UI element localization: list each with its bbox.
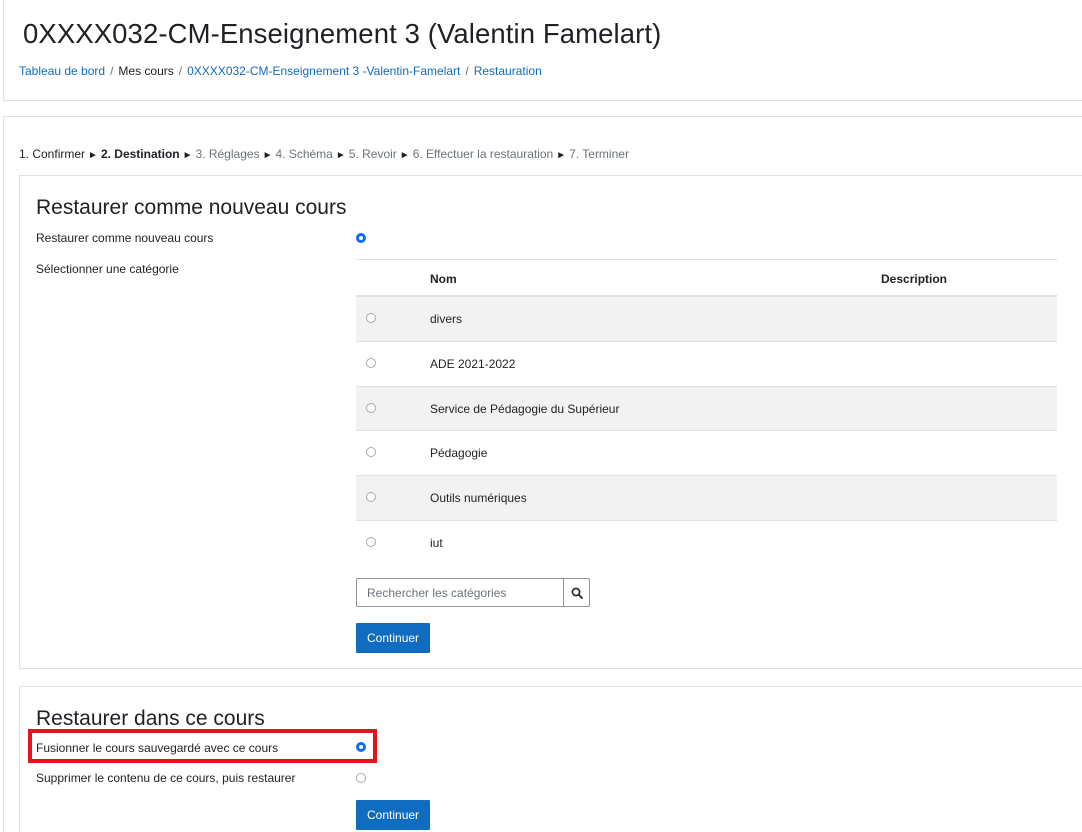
category-name: Service de Pédagogie du Supérieur <box>430 401 620 416</box>
category-radio[interactable] <box>366 357 376 368</box>
step-confirm: 1. Confirmer <box>19 147 86 161</box>
category-search-button[interactable] <box>563 578 590 607</box>
restore-this-course-section: Restaurer dans ce cours Fusionner le cou… <box>19 686 1082 832</box>
section-title-this-course: Restaurer dans ce cours <box>36 707 265 730</box>
step-settings: 3. Réglages <box>195 147 260 161</box>
restore-new-course-section: Restaurer comme nouveau cours Restaurer … <box>19 175 1082 669</box>
category-radio[interactable] <box>366 536 376 547</box>
breadcrumb-course[interactable]: 0XXXX032-CM-Enseignement 3 -Valentin-Fam… <box>187 64 460 78</box>
step-review: 5. Revoir <box>348 147 397 161</box>
breadcrumb-restore[interactable]: Restauration <box>474 64 542 78</box>
category-radio[interactable] <box>366 492 376 503</box>
page-title: 0XXXX032-CM-Enseignement 3 (Valentin Fam… <box>23 18 662 49</box>
restore-new-course-radio[interactable] <box>356 233 366 243</box>
category-table: Nom Description divers ADE 2021-2022 Ser… <box>356 259 1057 566</box>
category-name: ADE 2021-2022 <box>430 356 516 371</box>
table-row[interactable]: Service de Pédagogie du Supérieur <box>356 386 1057 432</box>
category-name: iut <box>430 535 443 550</box>
category-table-header: Nom Description <box>356 259 1057 297</box>
merge-course-label: Fusionner le cours sauvegardé avec ce co… <box>36 741 279 755</box>
category-radio[interactable] <box>366 402 376 413</box>
category-radio[interactable] <box>366 447 376 458</box>
category-name: Outils numériques <box>430 491 527 506</box>
category-search <box>356 578 590 607</box>
table-row[interactable]: Pédagogie <box>356 431 1057 477</box>
step-perform: 6. Effectuer la restauration <box>412 147 554 161</box>
merge-course-radio[interactable] <box>356 742 366 752</box>
breadcrumb-my-courses: Mes cours <box>118 64 174 78</box>
breadcrumb: Tableau de bord / Mes cours/0XXXX032-CM-En… <box>19 64 542 78</box>
column-name: Nom <box>430 272 457 286</box>
table-row[interactable]: ADE 2021-2022 <box>356 342 1057 387</box>
section-title-new-course: Restaurer comme nouveau cours <box>36 196 347 219</box>
step-destination: 2. Destination <box>100 147 180 161</box>
category-search-input[interactable] <box>356 578 563 607</box>
page-header <box>3 0 1082 101</box>
category-name: divers <box>430 312 463 326</box>
continue-this-course-button[interactable]: Continuer <box>356 800 431 830</box>
delete-then-restore-radio[interactable] <box>356 773 366 783</box>
category-name: Pédagogie <box>430 446 488 461</box>
restore-new-course-label: Restaurer comme nouveau cours <box>36 231 214 245</box>
delete-then-restore-label: Supprimer le contenu de ce cours, puis r… <box>36 771 296 785</box>
search-icon <box>571 587 583 599</box>
table-row[interactable]: iut <box>356 521 1057 566</box>
category-radio[interactable] <box>366 313 376 323</box>
restore-steps: 1. Confirmer ► 2. Destination ► 3. Réglages ►… <box>19 147 629 161</box>
select-category-label: Sélectionner une catégorie <box>36 262 179 276</box>
breadcrumb-dashboard[interactable]: Tableau de bord <box>19 64 105 78</box>
table-row[interactable]: Outils numériques <box>356 476 1057 521</box>
step-finish: 7. Terminer <box>569 147 629 161</box>
step-schema: 4. Schéma <box>275 147 333 161</box>
continue-new-course-button[interactable]: Continuer <box>356 623 431 653</box>
column-description: Description <box>881 272 948 286</box>
table-row[interactable]: divers <box>356 297 1057 342</box>
